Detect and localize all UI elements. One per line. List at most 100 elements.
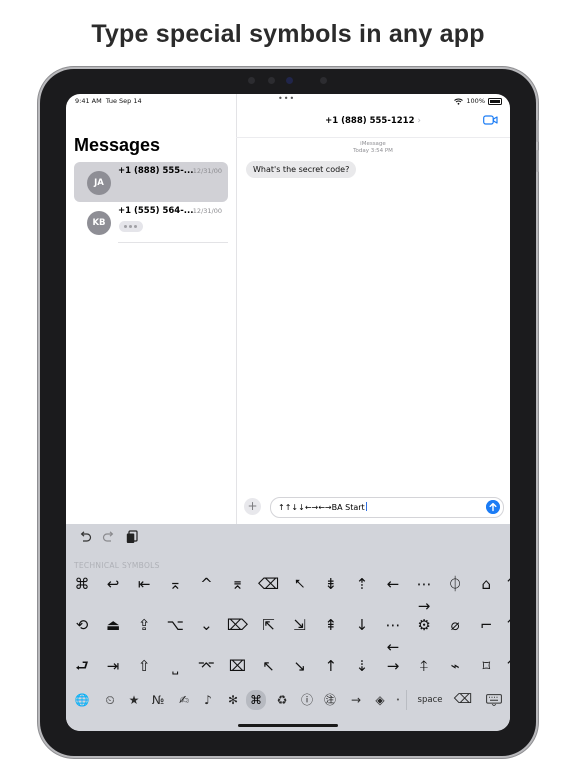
sensor-icon [248,77,255,84]
symbol-key[interactable]: ⌀ [442,614,468,636]
sensor-icon [320,77,327,84]
symbol-key[interactable]: ⌂ [473,573,499,595]
divider [118,242,228,243]
headline: Type special symbols in any app [91,20,485,48]
backspace-icon[interactable]: ⌫ [452,690,474,710]
symbol-key[interactable]: ↑ [318,655,344,677]
symbol-key[interactable]: ⍏ [411,655,437,677]
symbol-key[interactable]: ⇥ [100,655,126,677]
undo-icon[interactable] [78,530,92,544]
symbol-key[interactable]: ⋯← [380,614,406,656]
symbol-key[interactable]: ⭦ [287,573,313,595]
symbol-key[interactable]: ⌧ [225,655,251,677]
music-note-icon[interactable]: ♪ [198,690,218,710]
symbol-key[interactable]: ⏏ [100,614,126,636]
space-key[interactable]: space [406,690,453,710]
symbol-key[interactable]: ↓ [349,614,375,636]
symbol-key[interactable]: ⟲ [69,614,95,636]
symbol-key[interactable]: ⌫ [256,573,282,595]
symbol-key[interactable]: ⎵ [162,655,188,677]
messages-sidebar: 9:41 AM Tue Sep 14 Messages JA +1 (888) … [66,94,237,524]
symbol-key[interactable]: ⋯→ [411,573,437,615]
contact-number[interactable]: +1 (888) 555-1212 › [236,116,510,126]
conversation-date: 12/31/00 [192,167,222,175]
symbol-key[interactable]: ⌅ [162,573,188,595]
message-timestamp: Today 3:54 PM [353,148,393,154]
apps-plus-button[interactable]: + [244,498,261,515]
volume-down-button [536,150,539,172]
facetime-video-icon[interactable] [483,115,498,125]
symbol-key[interactable]: ⇟ [318,573,344,595]
status-time: 9:41 AM Tue Sep 14 [75,97,142,105]
symbol-key[interactable]: ⌦ [225,614,251,636]
symbol-key[interactable]: ↖ [256,655,282,677]
conversation-name: +1 (555) 564-... [118,206,194,216]
dismiss-keyboard-icon[interactable] [486,694,502,706]
message-input[interactable]: ↑↑↓↓←→←→BA Start [270,497,504,518]
conversation-row-ja[interactable]: JA +1 (888) 555-... 12/31/00 [74,162,228,202]
writing-hand-icon[interactable]: ✍ [174,690,194,710]
battery-percent: 100% [466,97,485,105]
avatar: KB [87,211,111,235]
volume-up-button [536,120,539,142]
symbol-key[interactable]: ⌘ [69,573,95,595]
symbol-key[interactable]: ⌆ [225,573,251,595]
conversation-date: 12/31/00 [192,207,222,215]
page-dot-icon[interactable]: • [394,690,402,710]
symbol-key[interactable]: ⌑ [473,655,499,677]
symbol-key[interactable]: ⮐ [69,655,95,677]
recycle-category-icon[interactable]: ♻ [272,690,292,710]
symbol-key[interactable]: ⇣ [349,655,375,677]
symbol-key[interactable]: ⌃ [504,655,510,677]
symbol-key[interactable]: ⌁ [442,655,468,677]
symbol-key[interactable]: ⇞ [318,614,344,636]
compose-bar: + ↑↑↓↓←→←→BA Start [236,494,510,522]
incoming-message-bubble[interactable]: What's the secret code? [246,161,357,178]
symbol-key[interactable]: ⏀ [442,573,468,595]
chevron-right-icon: › [417,116,421,126]
favorites-star-icon[interactable]: ★ [124,690,144,710]
conversation-row-kb[interactable]: KB +1 (555) 564-... 12/31/00 [74,202,228,242]
redo-icon[interactable] [102,530,116,544]
symbol-key[interactable]: ↘ [287,655,313,677]
recent-clock-icon[interactable]: ⏲ [100,690,120,710]
arrow-category-icon[interactable]: → [346,690,366,710]
paste-clipboard-icon[interactable] [125,530,139,544]
symbol-key[interactable]: ⌃ [504,614,510,636]
symbol-key[interactable]: ⌐ [473,614,499,636]
message-input-text: ↑↑↓↓←→←→BA Start [278,502,367,512]
symbol-key[interactable]: ⌄ [193,614,219,636]
sidebar-title: Messages [74,135,161,155]
symbol-key[interactable]: ⌃ [504,573,510,595]
status-right: 100% [454,97,502,105]
symbol-key[interactable]: ↩ [100,573,126,595]
symbol-key[interactable]: ⇪ [131,614,157,636]
conversation-name: +1 (888) 555-... [118,166,194,176]
symbol-key[interactable]: ⚙ [411,614,437,636]
symbol-key[interactable]: → [380,655,406,677]
symbol-key[interactable]: ^ [193,573,219,595]
info-category-icon[interactable]: ⓘ [297,690,317,710]
symbol-keyboard: TECHNICAL SYMBOLS ⌘↩⇤⌅^⌆⌫⭦⇟⇡←⋯→⏀⌂⌃⟲⏏⇪⌥⌄⌦… [66,524,510,731]
circled-ideograph-icon[interactable]: ㊟ [320,690,340,710]
numero-category-icon[interactable]: № [148,690,168,710]
symbol-key[interactable]: ⇤ [131,573,157,595]
symbol-key[interactable]: ⇡ [349,573,375,595]
symbol-key[interactable]: ← [380,573,406,595]
sensor-icon [268,77,275,84]
diamond-category-icon[interactable]: ◈ [370,690,390,710]
message-service-label: iMessage Today 3:54 PM [236,141,510,155]
home-indicator[interactable] [238,724,338,727]
command-category-icon[interactable]: ⌘ [246,690,266,710]
globe-icon[interactable]: 🌐 [72,690,92,710]
symbol-key[interactable]: ⌤ [193,655,219,677]
symbol-key[interactable]: ⌥ [162,614,188,636]
symbol-key[interactable]: ⇲ [287,614,313,636]
chat-header: +1 (888) 555-1212 › [236,110,510,138]
send-arrow-icon[interactable] [486,500,500,514]
symbol-key[interactable]: ⇧ [131,655,157,677]
symbol-key[interactable]: ⇱ [256,614,282,636]
asterisk-category-icon[interactable]: ✻ [223,690,243,710]
multitasking-dots-icon[interactable]: ••• [278,94,295,103]
camera-icon [286,77,293,84]
